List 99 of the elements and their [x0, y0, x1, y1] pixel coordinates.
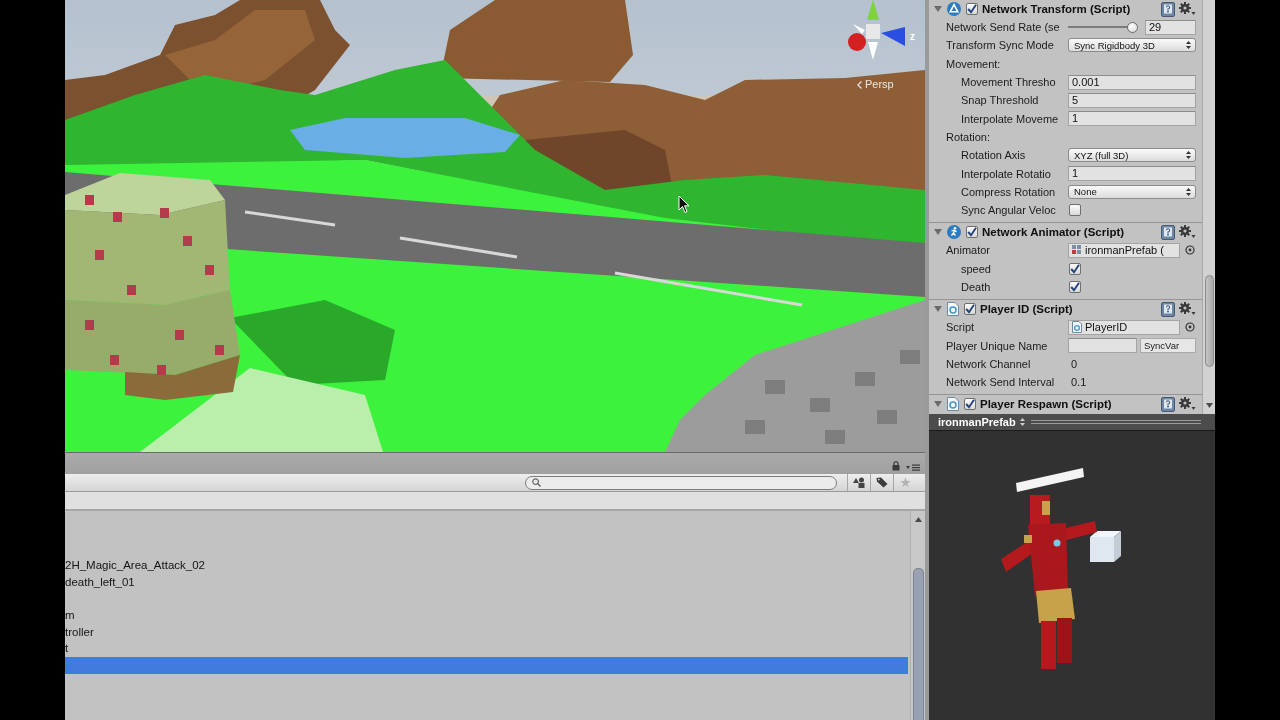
- axis-label: z: [910, 31, 915, 43]
- field-label: Animator: [946, 243, 991, 258]
- checkmark-icon: [965, 304, 975, 315]
- field-label: Movement Thresho: [961, 75, 1056, 90]
- mouse-pointer-icon: [678, 195, 690, 214]
- field-label: Snap Threshold: [961, 93, 1039, 108]
- checkmark-icon: [967, 227, 977, 238]
- gear-icon[interactable]: [1179, 397, 1196, 412]
- target-icon[interactable]: [1185, 245, 1195, 256]
- chevron-left-icon[interactable]: [857, 81, 862, 89]
- fold-arrow-icon[interactable]: [934, 228, 942, 237]
- project-list-row[interactable]: troller: [65, 623, 908, 641]
- enable-checkbox[interactable]: [966, 3, 978, 15]
- enable-checkbox[interactable]: [966, 226, 978, 239]
- field-label: Transform Sync Mode: [946, 38, 1054, 53]
- scrollbar[interactable]: [1202, 0, 1215, 414]
- field-label: Network Send Interval: [946, 375, 1055, 390]
- component-title: Network Animator (Script): [982, 225, 1125, 240]
- section-label: Movement:: [946, 56, 1001, 71]
- project-list-row[interactable]: t: [65, 640, 908, 658]
- text-field[interactable]: [1068, 338, 1137, 354]
- help-icon[interactable]: [1161, 301, 1175, 317]
- running-figure-icon: [947, 225, 961, 240]
- help-icon[interactable]: [1161, 1, 1175, 17]
- arrow-down-icon[interactable]: [1205, 403, 1213, 408]
- component-title: Player ID (Script): [980, 302, 1073, 317]
- syncvar-tag: SyncVar: [1140, 338, 1196, 354]
- lock-icon[interactable]: [892, 461, 900, 471]
- component-title: Network Transform (Script): [982, 2, 1131, 16]
- field-label: Player Unique Name: [946, 338, 1048, 353]
- scrollbar-thumb[interactable]: [912, 568, 924, 720]
- gear-icon[interactable]: [1179, 302, 1196, 317]
- scrollbar-thumb[interactable]: [1204, 275, 1214, 367]
- value-field[interactable]: 1: [1068, 166, 1196, 181]
- drag-handle[interactable]: [1030, 418, 1201, 426]
- search-field[interactable]: [525, 475, 837, 490]
- checkbox[interactable]: [1069, 262, 1081, 275]
- gear-icon[interactable]: [1179, 2, 1196, 16]
- help-icon[interactable]: [1161, 224, 1175, 240]
- search-icon: [532, 478, 541, 487]
- updown-arrows-icon: [1186, 41, 1191, 50]
- field-label: Death: [961, 280, 991, 294]
- dropdown[interactable]: None: [1068, 184, 1196, 199]
- field-label: Interpolate Moveme: [961, 111, 1059, 126]
- checkbox[interactable]: [1069, 204, 1081, 217]
- script-file-icon: [1072, 321, 1082, 334]
- star-icon[interactable]: [899, 477, 911, 488]
- field-label: Rotation Axis: [961, 148, 1026, 163]
- value-field[interactable]: 0.001: [1068, 74, 1196, 90]
- number-field[interactable]: 29: [1145, 19, 1196, 35]
- scrollbar[interactable]: [910, 511, 925, 720]
- animator-asset-icon: [1072, 245, 1082, 256]
- object-field[interactable]: PlayerID: [1068, 319, 1180, 335]
- network-arrows-icon: [947, 2, 961, 16]
- floating-cube: [1090, 531, 1121, 562]
- project-list-row[interactable]: 2H_Magic_Area_Attack_02: [65, 557, 908, 574]
- object-field[interactable]: ironmanPrefab (: [1068, 242, 1180, 258]
- menu-icon[interactable]: [906, 464, 920, 471]
- updown-arrows-icon: [1019, 418, 1025, 426]
- fold-arrow-icon[interactable]: [934, 305, 942, 314]
- checkmark-icon: [1070, 263, 1080, 274]
- checkmark-icon: [1070, 282, 1080, 292]
- checkbox[interactable]: [1069, 281, 1081, 293]
- target-icon[interactable]: [1185, 322, 1195, 333]
- field-label: Compress Rotation: [961, 184, 1056, 199]
- checkmark-icon: [967, 4, 977, 14]
- projection-label[interactable]: Persp: [865, 78, 894, 91]
- field-label: Interpolate Rotatio: [961, 166, 1051, 181]
- arrow-up-icon[interactable]: [914, 517, 922, 522]
- section-label: Rotation:: [946, 129, 991, 144]
- floating-bar: [1016, 468, 1084, 492]
- enable-checkbox[interactable]: [964, 398, 976, 411]
- type-filter-icon[interactable]: [853, 477, 865, 488]
- gear-icon[interactable]: [1179, 225, 1196, 240]
- checkmark-icon: [965, 399, 975, 410]
- slider-thumb[interactable]: [1127, 21, 1139, 33]
- updown-arrows-icon: [1186, 151, 1191, 160]
- script-file-icon: [947, 397, 959, 412]
- project-list-row[interactable]: death_left_01: [65, 573, 908, 591]
- field-value: 0: [1070, 356, 1078, 371]
- field-label: speed: [961, 261, 991, 276]
- field-label: Sync Angular Veloc: [961, 203, 1056, 218]
- dropdown[interactable]: Sync Rigidbody 3D: [1068, 38, 1196, 53]
- component-title: Player Respawn (Script): [980, 397, 1112, 412]
- value-field[interactable]: 5: [1068, 92, 1196, 108]
- field-label: Network Send Rate (se: [946, 20, 1060, 35]
- help-icon[interactable]: [1161, 396, 1175, 412]
- fold-arrow-icon[interactable]: [934, 400, 942, 409]
- field-label: Script: [946, 320, 975, 335]
- field-label: Network Channel: [946, 356, 1031, 371]
- project-list-row[interactable]: m: [65, 607, 908, 624]
- tag-icon[interactable]: [876, 477, 888, 488]
- value-field[interactable]: 1: [1068, 111, 1196, 127]
- script-file-icon: [947, 302, 959, 317]
- updown-arrows-icon: [1186, 187, 1191, 196]
- enable-checkbox[interactable]: [964, 303, 976, 316]
- fold-arrow-icon[interactable]: [934, 5, 942, 13]
- dropdown[interactable]: XYZ (full 3D): [1068, 148, 1196, 163]
- field-value: 0.1: [1070, 375, 1087, 390]
